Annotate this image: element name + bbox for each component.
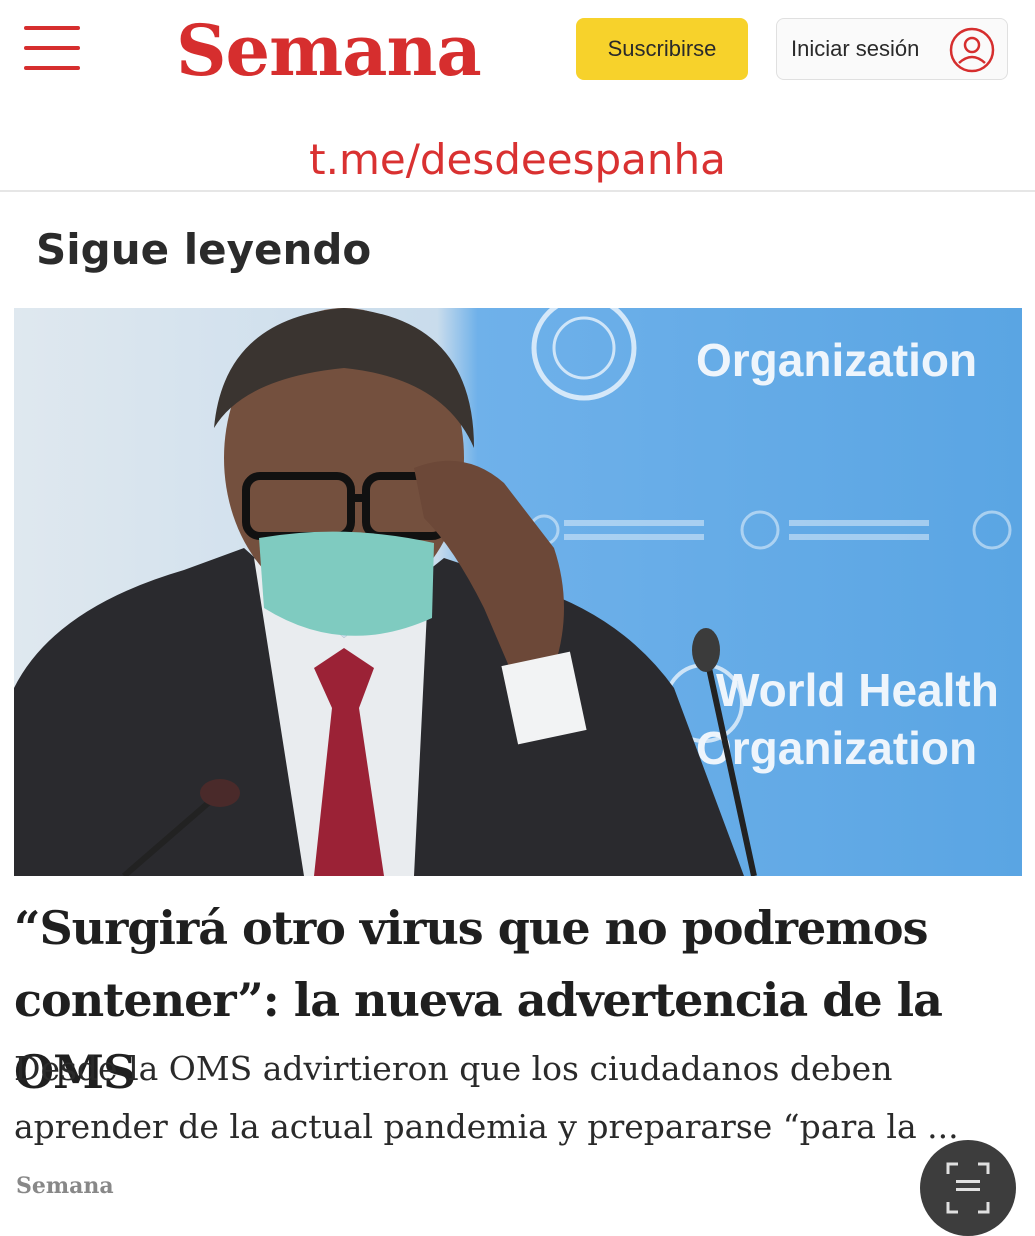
scan-text-button[interactable] <box>920 1140 1016 1236</box>
backdrop-text-line1: World Health <box>716 664 999 716</box>
article-photo[interactable]: Organization World Health Organization <box>14 308 1022 876</box>
site-logo[interactable]: Semana <box>176 6 482 96</box>
backdrop-text-line2: Organization <box>696 722 977 774</box>
article-summary: Desde la OMS advirtieron que los ciudada… <box>14 1049 959 1146</box>
login-label: Iniciar sesión <box>791 36 920 61</box>
menu-bar <box>24 66 80 70</box>
menu-bar <box>24 46 80 50</box>
article-source: Semana <box>16 1173 114 1199</box>
menu-bar <box>24 26 80 30</box>
section-title: Sigue leyendo <box>36 225 372 274</box>
photo-illustration: Organization World Health Organization <box>14 308 1022 876</box>
user-circle-icon <box>949 27 995 73</box>
scan-text-icon <box>946 1162 990 1214</box>
hamburger-menu-icon[interactable] <box>24 20 84 76</box>
site-header: Semana Suscribirse Iniciar sesión t.me/d… <box>0 0 1035 190</box>
backdrop-text-top: Organization <box>696 334 977 386</box>
subscribe-button[interactable]: Suscribirse <box>576 18 748 80</box>
header-divider <box>0 190 1035 192</box>
login-button[interactable]: Iniciar sesión <box>776 18 1008 80</box>
watermark-text: t.me/desdeespanha <box>309 135 726 184</box>
